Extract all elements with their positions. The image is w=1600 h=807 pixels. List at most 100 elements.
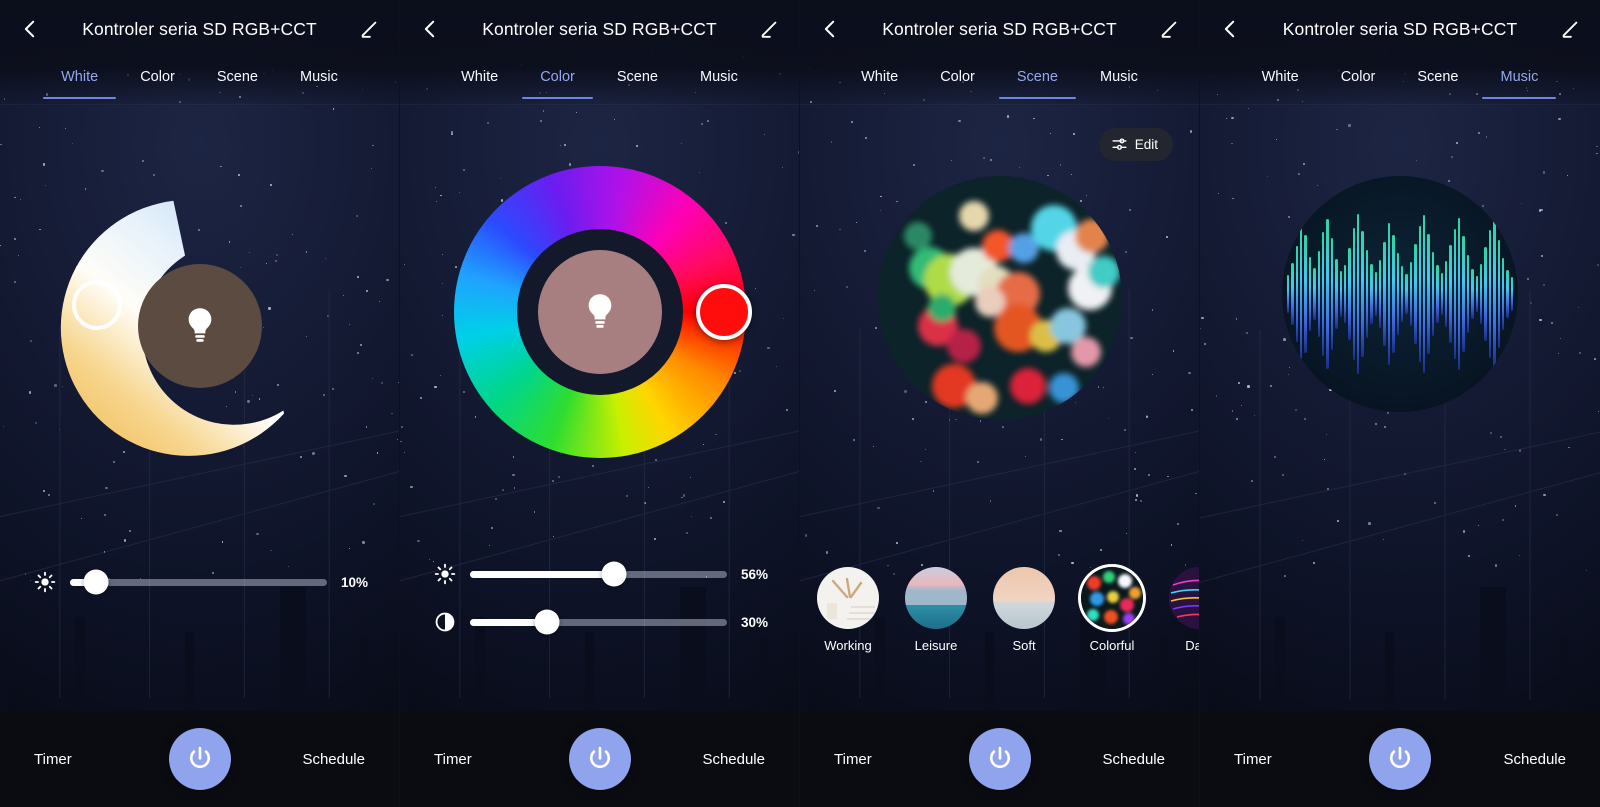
- bottom-bar: Timer Schedule: [1200, 711, 1600, 807]
- scene-item-working[interactable]: Working: [814, 567, 882, 653]
- saturation-thumb[interactable]: [534, 609, 560, 635]
- tab-white[interactable]: White: [859, 63, 900, 99]
- brightness-track[interactable]: [70, 569, 327, 595]
- power-icon: [989, 746, 1010, 768]
- scene-item-soft[interactable]: Soft: [990, 567, 1058, 653]
- tune-icon: [1112, 138, 1127, 150]
- tab-white[interactable]: White: [43, 63, 117, 99]
- scene-label: Working: [824, 638, 872, 653]
- scene-thumb: [1169, 567, 1199, 629]
- chevron-left-icon: [1224, 20, 1235, 38]
- white-stage: 10%: [0, 104, 399, 711]
- power-button[interactable]: [968, 728, 1031, 790]
- tab-separator: [1200, 104, 1600, 105]
- header: Kontroler seria SD RGB+CCT: [1200, 0, 1600, 58]
- brightness-slider-row: 10%: [0, 569, 399, 595]
- music-visualizer[interactable]: [1282, 176, 1518, 412]
- panel-scene: Kontroler seria SD RGB+CCT White Color S…: [800, 0, 1200, 807]
- timer-button[interactable]: Timer: [834, 751, 872, 768]
- hue-wheel-picker[interactable]: [453, 166, 752, 458]
- power-button[interactable]: [168, 728, 231, 790]
- color-stage: 56% 30%: [400, 104, 799, 711]
- tab-bar: White Color Scene Music: [400, 58, 799, 104]
- tab-scene[interactable]: Scene: [998, 63, 1077, 99]
- power-icon: [189, 746, 210, 768]
- scene-thumb: [817, 567, 879, 629]
- timer-button[interactable]: Timer: [34, 751, 72, 768]
- rename-button[interactable]: [345, 5, 393, 53]
- header: Kontroler seria SD RGB+CCT: [400, 0, 799, 58]
- power-button[interactable]: [1369, 728, 1431, 790]
- rename-button[interactable]: [1546, 5, 1594, 53]
- panel-strip: Kontroler seria SD RGB+CCT White Color S…: [0, 0, 1600, 807]
- brightness-value: 10%: [341, 574, 369, 590]
- tab-music[interactable]: Music: [698, 63, 740, 99]
- schedule-button[interactable]: Schedule: [1503, 751, 1566, 768]
- back-button[interactable]: [1206, 5, 1254, 53]
- back-button[interactable]: [806, 5, 854, 53]
- tab-scene[interactable]: Scene: [215, 63, 260, 99]
- tab-color[interactable]: Color: [138, 63, 177, 99]
- header: Kontroler seria SD RGB+CCT: [800, 0, 1199, 58]
- scene-label: Dazz: [1185, 638, 1199, 653]
- schedule-button[interactable]: Schedule: [1102, 751, 1165, 768]
- schedule-button[interactable]: Schedule: [702, 751, 765, 768]
- bottom-bar: Timer Schedule: [0, 711, 399, 807]
- scene-item-colorful[interactable]: Colorful: [1078, 567, 1146, 653]
- tab-color[interactable]: Color: [1339, 63, 1378, 99]
- cct-handle[interactable]: [71, 280, 122, 330]
- chevron-left-icon: [24, 20, 35, 38]
- rename-button[interactable]: [745, 5, 793, 53]
- back-button[interactable]: [6, 5, 54, 53]
- color-center-disc[interactable]: [537, 250, 662, 374]
- panel-white: Kontroler seria SD RGB+CCT White Color S…: [0, 0, 400, 807]
- rename-button[interactable]: [1145, 5, 1193, 53]
- tab-music[interactable]: Music: [298, 63, 340, 99]
- chevron-left-icon: [824, 20, 835, 38]
- brightness-thumb[interactable]: [83, 569, 109, 595]
- scene-stage: Edit Working Leisure Soft Colorful D: [800, 104, 1199, 711]
- bottom-bar: Timer Schedule: [800, 711, 1199, 807]
- cct-center-disc[interactable]: [137, 264, 262, 388]
- hue-handle[interactable]: [695, 284, 752, 340]
- brightness-fill: [470, 570, 614, 578]
- brightness-thumb[interactable]: [601, 561, 627, 587]
- tab-bar: White Color Scene Music: [800, 58, 1199, 104]
- tab-music[interactable]: Music: [1098, 63, 1140, 99]
- brightness-track[interactable]: [470, 561, 727, 587]
- bokeh-image: [877, 176, 1122, 420]
- tab-scene[interactable]: Scene: [1415, 63, 1460, 99]
- timer-button[interactable]: Timer: [434, 751, 472, 768]
- tab-separator: [0, 104, 399, 105]
- pencil-icon: [1161, 21, 1177, 38]
- tab-separator: [400, 104, 799, 105]
- tab-scene[interactable]: Scene: [615, 63, 660, 99]
- lightbulb-icon: [188, 308, 211, 342]
- tab-white[interactable]: White: [459, 63, 500, 99]
- power-button[interactable]: [568, 728, 631, 790]
- timer-button[interactable]: Timer: [1234, 751, 1272, 768]
- tab-white[interactable]: White: [1260, 63, 1301, 99]
- edit-scenes-button[interactable]: Edit: [1098, 128, 1173, 161]
- tab-music[interactable]: Music: [1482, 63, 1557, 99]
- panel-music: Kontroler seria SD RGB+CCT White Color S…: [1200, 0, 1600, 807]
- tab-color[interactable]: Color: [938, 63, 977, 99]
- power-icon: [589, 746, 610, 768]
- page-title: Kontroler seria SD RGB+CCT: [482, 18, 717, 39]
- music-stage: [1200, 104, 1600, 711]
- scene-label: Leisure: [914, 638, 958, 653]
- header: Kontroler seria SD RGB+CCT: [0, 0, 399, 58]
- scene-item-dazzling[interactable]: Dazz: [1166, 567, 1199, 653]
- chevron-left-icon: [424, 20, 435, 38]
- scene-item-leisure[interactable]: Leisure: [902, 567, 970, 653]
- cct-picker[interactable]: [50, 176, 350, 476]
- sun-icon: [34, 571, 56, 593]
- saturation-track[interactable]: [470, 609, 727, 635]
- tab-color[interactable]: Color: [522, 63, 593, 99]
- schedule-button[interactable]: Schedule: [302, 751, 365, 768]
- tab-bar: White Color Scene Music: [0, 58, 399, 104]
- page-title: Kontroler seria SD RGB+CCT: [882, 18, 1117, 39]
- saturation-value: 30%: [741, 614, 769, 630]
- brightness-slider-row: 56%: [400, 561, 799, 587]
- back-button[interactable]: [406, 5, 454, 53]
